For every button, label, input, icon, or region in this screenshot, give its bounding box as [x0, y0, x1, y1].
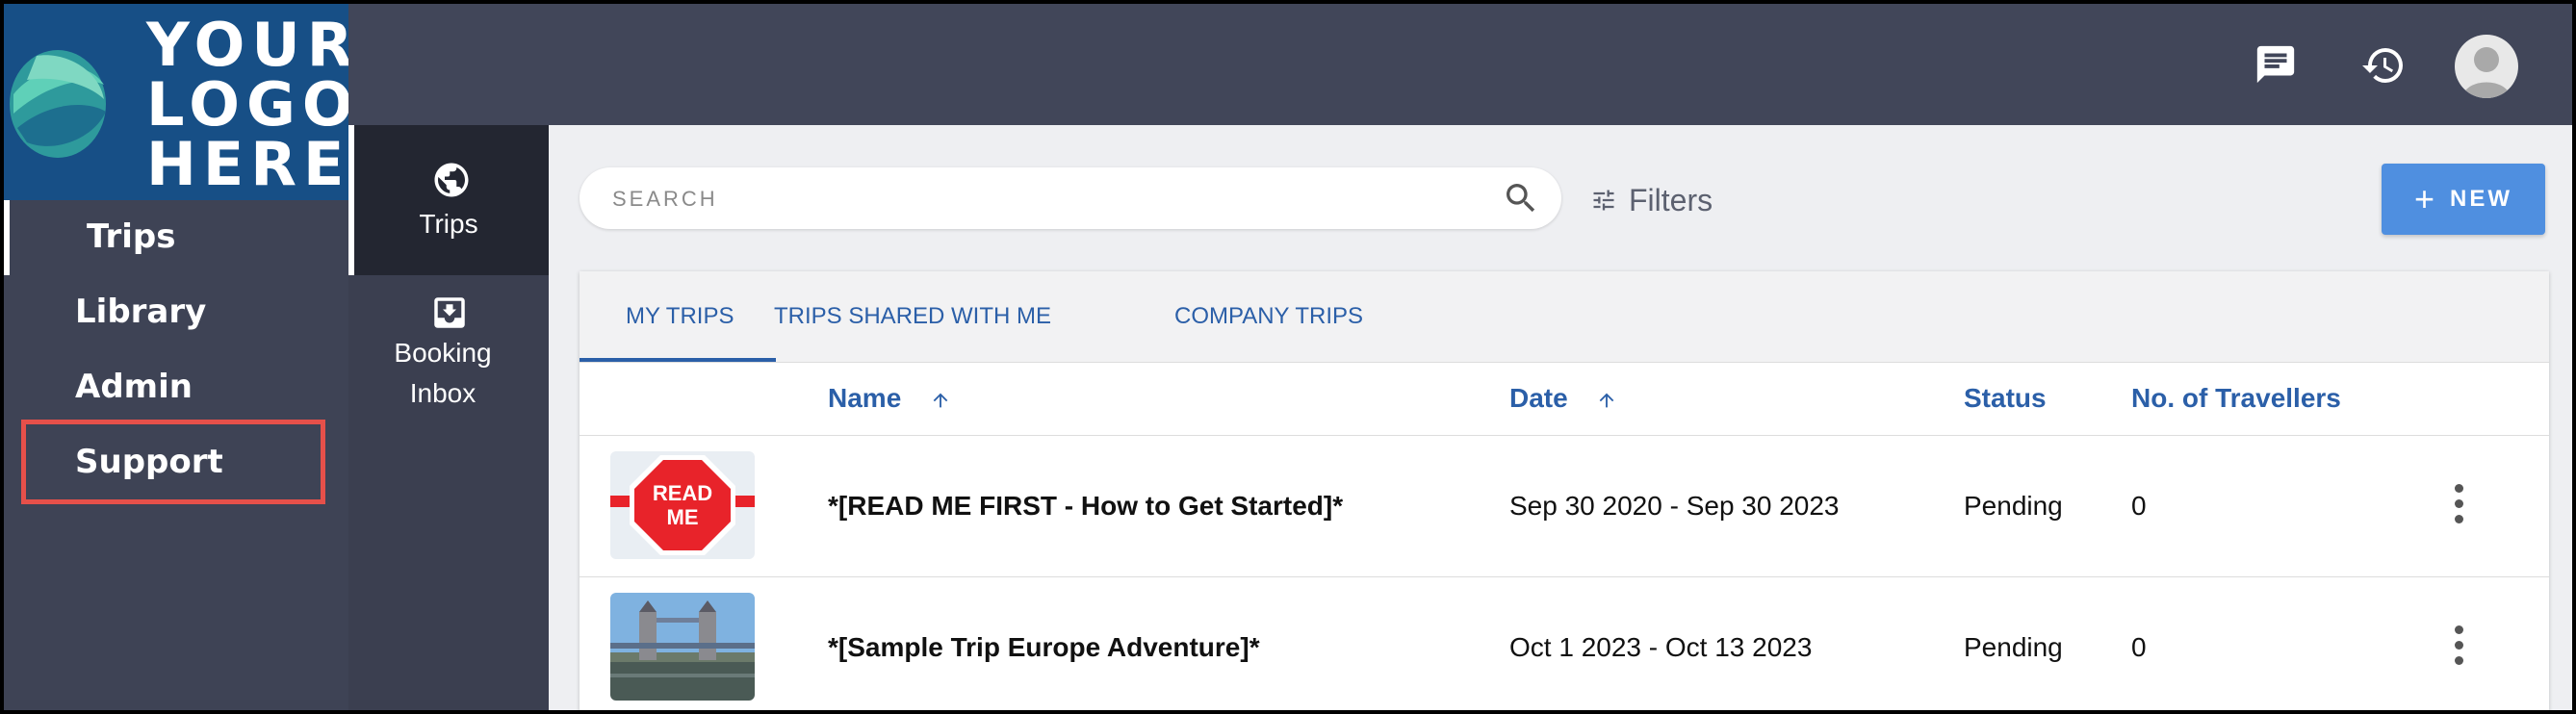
column-label: Name	[828, 383, 902, 413]
table-row[interactable]: READ ME *[READ ME FIRST - How to Get Sta…	[580, 436, 2549, 577]
trip-thumbnail: READ ME	[610, 451, 755, 559]
tab-my-trips[interactable]: MY TRIPS	[626, 271, 734, 362]
more-options-icon[interactable]	[2453, 625, 2464, 670]
filters-button[interactable]: Filters	[1590, 179, 1713, 221]
trips-table-card: MY TRIPS TRIPS SHARED WITH ME COMPANY TR…	[580, 271, 2549, 710]
new-trip-button[interactable]: + NEW	[2382, 164, 2545, 235]
trip-status: Pending	[1964, 491, 2063, 521]
main-content: Filters + NEW MY TRIPS TRIPS SHARED WITH…	[549, 125, 2572, 710]
thumb-text: READ	[653, 481, 712, 505]
logo-globe-icon	[10, 50, 106, 158]
trip-status: Pending	[1964, 632, 2063, 662]
trip-thumbnail	[610, 593, 755, 701]
subnav-label-line1: Booking	[394, 338, 492, 368]
search-bar	[580, 167, 1561, 229]
trip-date: Oct 1 2023 - Oct 13 2023	[1509, 632, 1813, 662]
filters-label: Filters	[1629, 182, 1713, 217]
history-icon[interactable]	[2360, 42, 2407, 89]
subnav-item-trips[interactable]: Trips	[348, 125, 549, 275]
chat-icon[interactable]	[2254, 42, 2298, 87]
sort-arrow-up-icon	[933, 393, 948, 407]
tab-trips-shared-with-me[interactable]: TRIPS SHARED WITH ME	[774, 271, 1051, 362]
tab-company-trips[interactable]: COMPANY TRIPS	[1174, 271, 1363, 362]
search-input[interactable]	[610, 177, 1500, 221]
column-header-name[interactable]: Name	[828, 362, 951, 435]
globe-icon	[434, 163, 469, 197]
tab-bar: MY TRIPS TRIPS SHARED WITH ME COMPANY TR…	[580, 271, 2549, 363]
subnav-label: Trips	[419, 209, 478, 239]
table-row[interactable]: *[Sample Trip Europe Adventure]* Oct 1 2…	[580, 577, 2549, 710]
sort-arrow-up-icon	[1600, 393, 1614, 407]
logo-line: HERE	[146, 129, 348, 199]
logo-text: YOUR LOGO HERE	[146, 10, 348, 199]
logo-line: LOGO	[146, 69, 348, 140]
active-indicator	[4, 200, 10, 275]
trip-name[interactable]: *[Sample Trip Europe Adventure]*	[828, 577, 1260, 710]
company-logo[interactable]: YOUR LOGO HERE	[4, 4, 348, 200]
tune-icon	[1593, 190, 1614, 211]
sidebar-item-trips[interactable]: Trips	[87, 217, 175, 256]
trip-name[interactable]: *[READ ME FIRST - How to Get Started]*	[828, 436, 1343, 576]
column-label: Date	[1509, 383, 1568, 413]
sidebar-item-library[interactable]: Library	[75, 293, 206, 331]
user-silhouette-icon	[2462, 47, 2511, 98]
column-header-travellers[interactable]: No. of Travellers	[2131, 362, 2341, 435]
read-me-sign-image: READ ME	[610, 455, 755, 555]
trip-travellers: 0	[2131, 491, 2147, 521]
sidebar-item-admin[interactable]: Admin	[75, 368, 193, 406]
plus-icon: +	[2413, 179, 2435, 218]
sidebar-item-support[interactable]: Support	[75, 443, 223, 481]
logo-line: YOUR	[146, 10, 348, 80]
inbox-icon	[434, 297, 465, 328]
left-sidebar: YOUR LOGO HERE Trips Library Admin Suppo…	[4, 4, 348, 710]
more-options-icon[interactable]	[2453, 484, 2464, 528]
table-header: Name Date Status No. of Travellers	[580, 362, 2549, 436]
trip-travellers: 0	[2131, 632, 2147, 662]
active-indicator	[348, 125, 354, 275]
subnav-label-line2: Inbox	[409, 378, 477, 408]
secondary-sidebar: Trips Booking Inbox	[348, 125, 549, 710]
column-header-date[interactable]: Date	[1509, 362, 1617, 435]
thumb-text: ME	[667, 505, 699, 529]
new-button-label: NEW	[2450, 186, 2513, 212]
column-header-status[interactable]: Status	[1964, 362, 2047, 435]
subnav-item-booking-inbox[interactable]: Booking Inbox	[348, 275, 549, 420]
search-icon[interactable]	[1502, 179, 1540, 217]
app-window: YOUR LOGO HERE Trips Library Admin Suppo…	[4, 4, 2572, 710]
avatar[interactable]	[2455, 35, 2518, 98]
top-bar	[348, 4, 2572, 125]
trip-date: Sep 30 2020 - Sep 30 2023	[1509, 491, 1840, 521]
tower-bridge-image	[610, 593, 755, 701]
